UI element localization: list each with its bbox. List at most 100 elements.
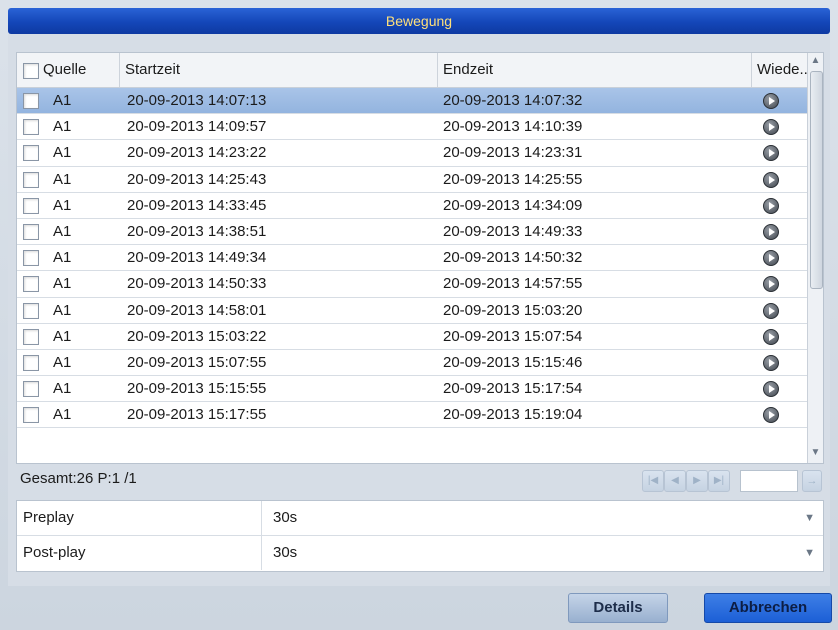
end-time-cell: 20-09-2013 14:50:32 xyxy=(443,249,583,267)
source-cell: A1 xyxy=(53,380,72,398)
end-time-cell: 20-09-2013 14:07:32 xyxy=(443,92,583,109)
play-circle-icon[interactable] xyxy=(763,328,779,345)
page-number-input[interactable] xyxy=(740,470,798,492)
first-page-icon[interactable]: |◀ xyxy=(642,470,664,492)
next-page-icon[interactable]: ▶ xyxy=(686,470,708,492)
table-row[interactable]: A1 20-09-2013 15:07:55 20-09-2013 15:15:46 xyxy=(17,350,807,377)
column-header-end[interactable]: Endzeit xyxy=(443,53,752,87)
details-button[interactable]: Details xyxy=(568,593,668,623)
end-time-cell: 20-09-2013 14:10:39 xyxy=(443,118,583,136)
source-cell: A1 xyxy=(53,327,72,345)
start-time-cell: 20-09-2013 14:49:34 xyxy=(127,249,267,267)
source-cell: A1 xyxy=(53,222,72,240)
table-row[interactable]: A1 20-09-2013 14:25:43 20-09-2013 14:25:55 xyxy=(17,167,807,193)
row-checkbox[interactable] xyxy=(23,250,39,267)
column-header-playback[interactable]: Wiede.. xyxy=(757,53,808,87)
play-circle-icon[interactable] xyxy=(763,171,779,188)
play-circle-icon[interactable] xyxy=(763,197,779,214)
table-header: Quelle Startzeit Endzeit Wiede.. xyxy=(17,53,823,88)
end-time-cell: 20-09-2013 15:03:20 xyxy=(443,301,583,319)
table-row[interactable]: A1 20-09-2013 14:09:57 20-09-2013 14:10:39 xyxy=(17,114,807,141)
play-circle-icon[interactable] xyxy=(763,223,779,240)
end-time-cell: 20-09-2013 15:07:54 xyxy=(443,327,583,345)
play-circle-icon[interactable] xyxy=(763,93,779,109)
preplay-value[interactable]: 30s xyxy=(273,501,297,535)
column-header-start[interactable]: Startzeit xyxy=(125,53,438,87)
motion-search-window: Bewegung Quelle Startzeit Endzeit Wiede.… xyxy=(0,0,838,630)
chevron-down-icon[interactable]: ▼ xyxy=(804,536,815,570)
start-time-cell: 20-09-2013 14:23:22 xyxy=(127,144,267,162)
source-cell: A1 xyxy=(53,196,72,214)
row-checkbox[interactable] xyxy=(23,197,39,214)
postplay-value[interactable]: 30s xyxy=(273,536,297,570)
end-time-cell: 20-09-2013 14:57:55 xyxy=(443,275,583,293)
table-row[interactable]: A1 20-09-2013 14:33:45 20-09-2013 14:34:09 xyxy=(17,193,807,219)
end-time-cell: 20-09-2013 14:49:33 xyxy=(443,222,583,240)
row-checkbox[interactable] xyxy=(23,354,39,371)
column-header-source[interactable]: Quelle xyxy=(43,53,120,87)
source-cell: A1 xyxy=(53,275,72,293)
table-row[interactable]: A1 20-09-2013 14:49:34 20-09-2013 14:50:32 xyxy=(17,245,807,272)
vertical-scrollbar[interactable]: ▲ ▼ xyxy=(807,53,823,463)
row-checkbox[interactable] xyxy=(23,381,39,398)
start-time-cell: 20-09-2013 14:50:33 xyxy=(127,275,267,293)
start-time-cell: 20-09-2013 14:38:51 xyxy=(127,222,267,240)
row-checkbox[interactable] xyxy=(23,302,39,319)
source-cell: A1 xyxy=(53,92,72,109)
row-checkbox[interactable] xyxy=(23,171,39,188)
divider xyxy=(261,536,262,570)
table-body: A1 20-09-2013 14:07:13 20-09-2013 14:07:32… xyxy=(17,88,807,429)
table-row[interactable]: A1 20-09-2013 14:38:51 20-09-2013 14:49:33 xyxy=(17,219,807,246)
row-checkbox[interactable] xyxy=(23,328,39,345)
start-time-cell: 20-09-2013 14:58:01 xyxy=(127,301,267,319)
preplay-row[interactable]: Preplay 30s ▼ xyxy=(17,501,823,536)
start-time-cell: 20-09-2013 15:07:55 xyxy=(127,353,267,371)
cancel-button[interactable]: Abbrechen xyxy=(704,593,832,623)
table-row[interactable]: A1 20-09-2013 14:50:33 20-09-2013 14:57:55 xyxy=(17,271,807,298)
source-cell: A1 xyxy=(53,144,72,162)
results-table: Quelle Startzeit Endzeit Wiede.. A1 20-09… xyxy=(16,52,824,464)
play-circle-icon[interactable] xyxy=(763,119,779,136)
start-time-cell: 20-09-2013 14:07:13 xyxy=(127,92,267,109)
chevron-down-icon[interactable]: ▼ xyxy=(804,501,815,535)
start-time-cell: 20-09-2013 14:25:43 xyxy=(127,170,267,188)
row-checkbox[interactable] xyxy=(23,145,39,162)
source-cell: A1 xyxy=(53,118,72,136)
select-all-checkbox[interactable] xyxy=(23,63,39,79)
total-count: Gesamt:26 P:1 /1 xyxy=(20,470,137,487)
play-circle-icon[interactable] xyxy=(763,145,779,162)
row-checkbox[interactable] xyxy=(23,119,39,136)
source-cell: A1 xyxy=(53,249,72,267)
pagination-bar: Gesamt:26 P:1 /1 |◀ ◀ ▶ ▶| → xyxy=(16,462,822,496)
last-page-icon[interactable]: ▶| xyxy=(708,470,730,492)
play-circle-icon[interactable] xyxy=(763,276,779,293)
row-checkbox[interactable] xyxy=(23,93,39,109)
play-circle-icon[interactable] xyxy=(763,250,779,267)
end-time-cell: 20-09-2013 15:17:54 xyxy=(443,380,583,398)
table-row[interactable]: A1 20-09-2013 14:58:01 20-09-2013 15:03:20 xyxy=(17,298,807,324)
preplay-label: Preplay xyxy=(23,509,74,526)
end-time-cell: 20-09-2013 14:34:09 xyxy=(443,196,583,214)
table-row[interactable]: A1 20-09-2013 15:03:22 20-09-2013 15:07:54 xyxy=(17,324,807,350)
prev-page-icon[interactable]: ◀ xyxy=(664,470,686,492)
table-row[interactable]: A1 20-09-2013 15:17:55 20-09-2013 15:19:04 xyxy=(17,402,807,429)
scroll-down-icon[interactable]: ▼ xyxy=(810,447,821,459)
play-circle-icon[interactable] xyxy=(763,407,779,424)
start-time-cell: 20-09-2013 15:15:55 xyxy=(127,380,267,398)
table-row[interactable]: A1 20-09-2013 14:23:22 20-09-2013 14:23:31 xyxy=(17,140,807,167)
play-circle-icon[interactable] xyxy=(763,354,779,371)
row-checkbox[interactable] xyxy=(23,276,39,293)
play-circle-icon[interactable] xyxy=(763,381,779,398)
table-row[interactable]: A1 20-09-2013 14:07:13 20-09-2013 14:07:32 xyxy=(17,88,807,115)
row-checkbox[interactable] xyxy=(23,223,39,240)
end-time-cell: 20-09-2013 15:15:46 xyxy=(443,353,583,371)
play-circle-icon[interactable] xyxy=(763,302,779,319)
scrollbar-thumb[interactable] xyxy=(810,71,823,289)
table-row[interactable]: A1 20-09-2013 15:15:55 20-09-2013 15:17:54 xyxy=(17,376,807,403)
row-checkbox[interactable] xyxy=(23,407,39,424)
source-cell: A1 xyxy=(53,170,72,188)
go-icon[interactable]: → xyxy=(802,470,822,492)
postplay-row[interactable]: Post-play 30s ▼ xyxy=(17,536,823,570)
window-title: Bewegung xyxy=(8,8,830,34)
scroll-up-icon[interactable]: ▲ xyxy=(810,55,821,67)
